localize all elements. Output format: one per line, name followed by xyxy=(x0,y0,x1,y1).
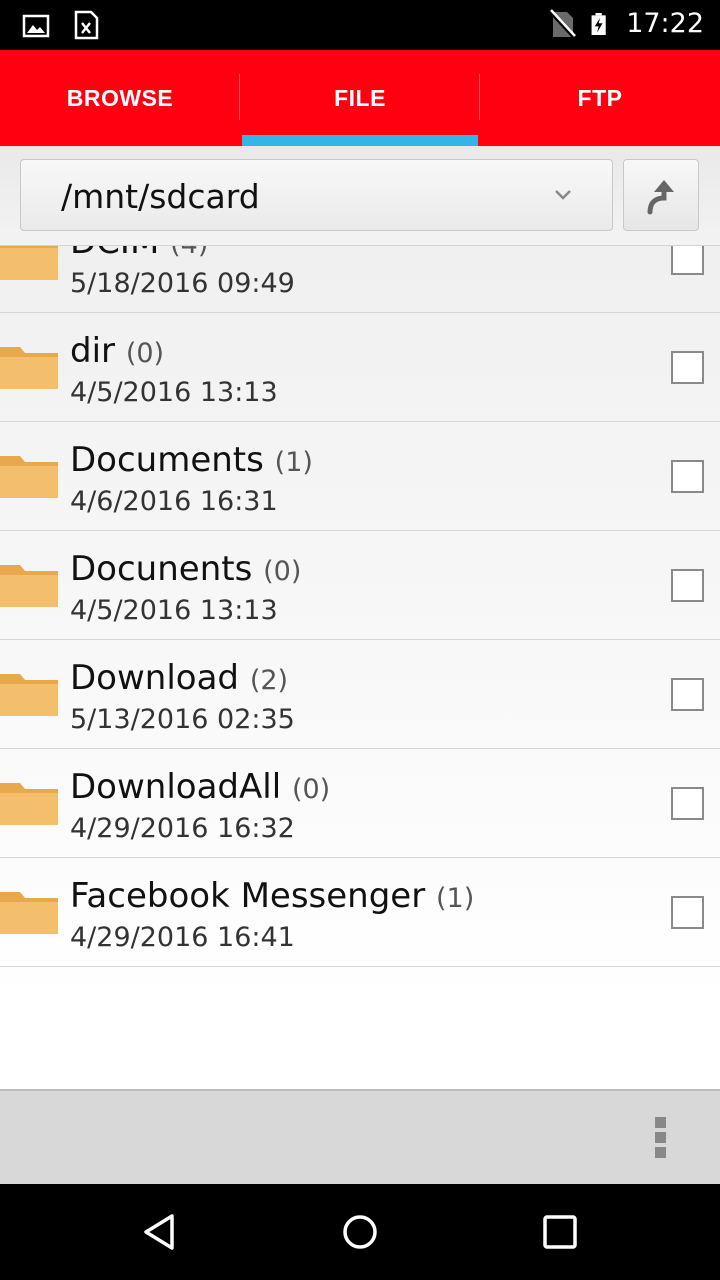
home-icon[interactable] xyxy=(340,1212,380,1252)
item-checkbox[interactable] xyxy=(671,351,704,384)
item-date: 4/5/2016 13:13 xyxy=(70,595,278,626)
recents-icon[interactable] xyxy=(540,1212,580,1252)
item-checkbox[interactable] xyxy=(671,678,704,711)
list-item-downloadall[interactable]: DownloadAll (0) 4/29/2016 16:32 xyxy=(0,749,720,858)
file-list[interactable]: DCIM (4) 5/18/2016 09:49 dir (0) 4/5/201… xyxy=(0,246,720,1089)
folder-icon xyxy=(0,674,58,716)
list-item-facebook-messenger[interactable]: Facebook Messenger (1) 4/29/2016 16:41 xyxy=(0,858,720,967)
chevron-down-icon xyxy=(555,190,571,200)
list-item-download[interactable]: Download (2) 5/13/2016 02:35 xyxy=(0,640,720,749)
tab-file-label: FILE xyxy=(334,84,386,111)
battery-charging-icon xyxy=(591,12,606,35)
item-date: 4/29/2016 16:41 xyxy=(70,922,295,953)
item-date: 5/13/2016 02:35 xyxy=(70,704,295,735)
item-checkbox[interactable] xyxy=(671,246,704,275)
path-bar: /mnt/sdcard xyxy=(0,146,720,246)
overflow-menu-icon[interactable] xyxy=(652,1117,668,1161)
item-name: Documents (1) xyxy=(70,440,313,480)
back-icon[interactable] xyxy=(140,1212,180,1252)
tab-browse[interactable]: BROWSE xyxy=(0,50,240,146)
sim-card-icon xyxy=(74,10,99,40)
list-item-dcim[interactable]: DCIM (4) 5/18/2016 09:49 xyxy=(0,246,720,313)
item-checkbox[interactable] xyxy=(671,896,704,929)
parent-directory-button[interactable] xyxy=(623,159,699,231)
item-checkbox[interactable] xyxy=(671,460,704,493)
item-date: 5/18/2016 09:49 xyxy=(70,268,295,299)
active-tab-indicator xyxy=(242,135,478,146)
item-name: DCIM (4) xyxy=(70,246,208,262)
folder-icon xyxy=(0,783,58,825)
bottom-action-bar xyxy=(0,1089,720,1184)
tab-browse-label: BROWSE xyxy=(66,84,174,111)
current-path: /mnt/sdcard xyxy=(61,177,260,216)
folder-icon xyxy=(0,892,58,934)
path-dropdown[interactable]: /mnt/sdcard xyxy=(20,159,613,231)
list-item-dir[interactable]: dir (0) 4/5/2016 13:13 xyxy=(0,313,720,422)
image-notification-icon xyxy=(22,14,50,38)
folder-icon xyxy=(0,347,58,389)
item-name: Docunents (0) xyxy=(70,549,302,589)
item-date: 4/5/2016 13:13 xyxy=(70,377,278,408)
tab-ftp[interactable]: FTP xyxy=(480,50,720,146)
status-bar: 17:22 xyxy=(0,0,720,50)
item-checkbox[interactable] xyxy=(671,569,704,602)
folder-icon xyxy=(0,456,58,498)
folder-icon xyxy=(0,246,58,280)
list-item-docunents[interactable]: Docunents (0) 4/5/2016 13:13 xyxy=(0,531,720,640)
list-item-documents[interactable]: Documents (1) 4/6/2016 16:31 xyxy=(0,422,720,531)
up-arrow-icon xyxy=(647,180,674,215)
navigation-bar xyxy=(0,1184,720,1280)
item-name: dir (0) xyxy=(70,331,165,371)
item-name: Download (2) xyxy=(70,658,289,698)
tab-file[interactable]: FILE xyxy=(240,50,480,146)
item-date: 4/29/2016 16:32 xyxy=(70,813,295,844)
tab-ftp-label: FTP xyxy=(577,84,623,111)
item-checkbox[interactable] xyxy=(671,787,704,820)
item-name: Facebook Messenger (1) xyxy=(70,876,475,916)
folder-icon xyxy=(0,565,58,607)
item-date: 4/6/2016 16:31 xyxy=(70,486,278,517)
no-sim-icon xyxy=(548,8,577,38)
item-name: DownloadAll (0) xyxy=(70,767,331,807)
clock: 17:22 xyxy=(626,8,704,39)
tab-bar: BROWSE FILE FTP xyxy=(0,50,720,146)
